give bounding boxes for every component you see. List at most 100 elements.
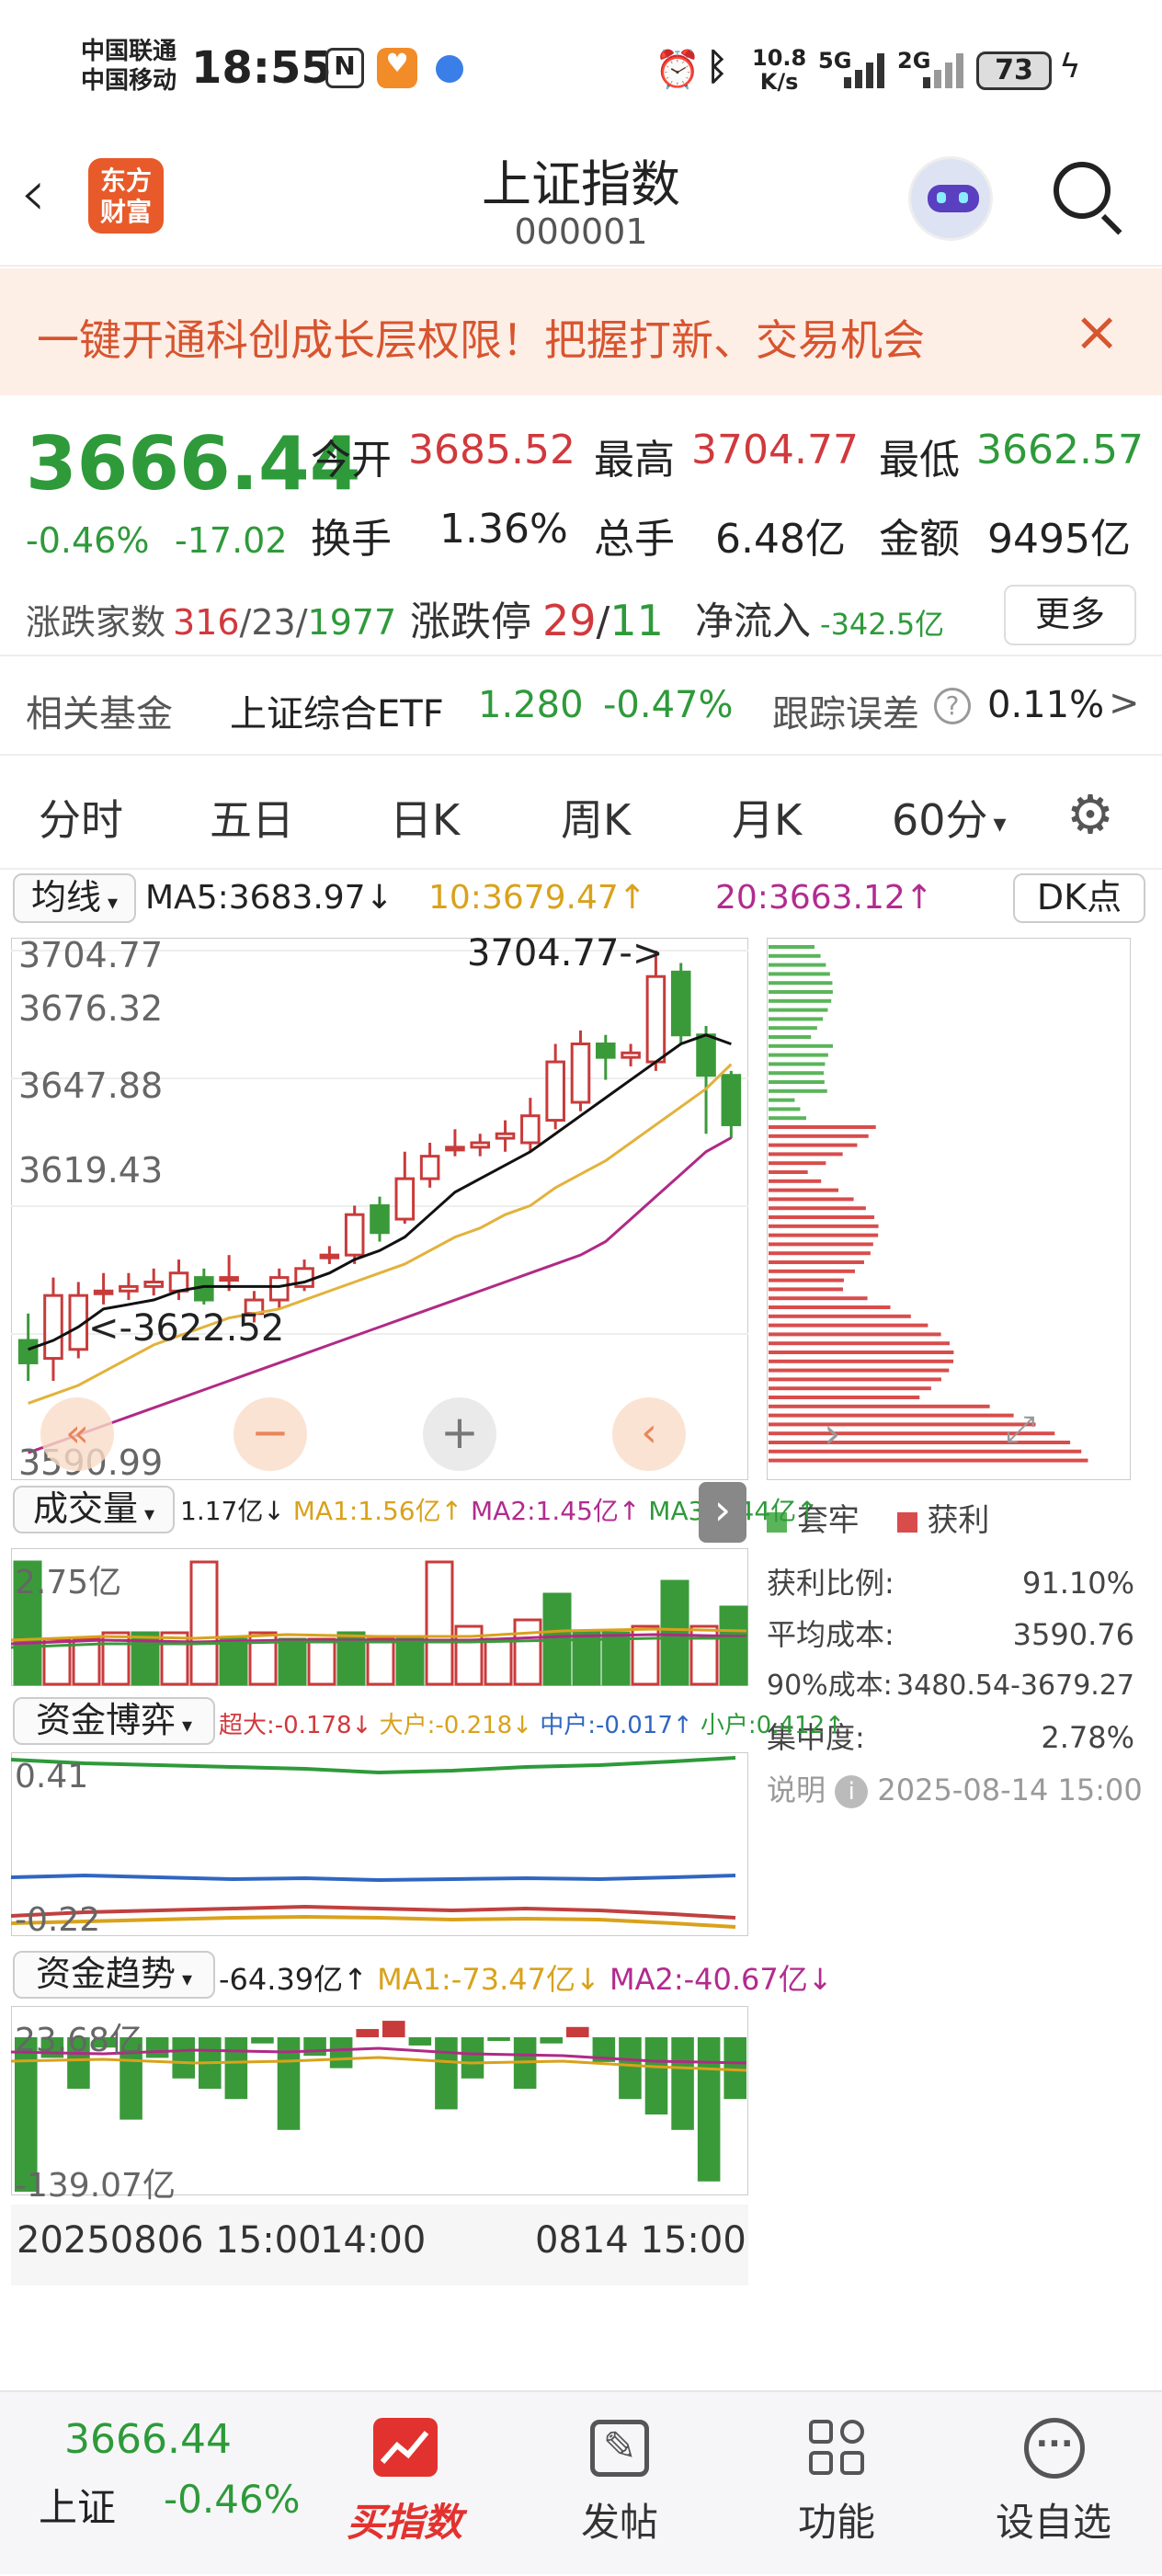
- tab-60min[interactable]: 60分 ▾: [892, 787, 1007, 848]
- chip-bar: [769, 1332, 941, 1337]
- candle-body: [268, 1276, 290, 1302]
- amount-label: 金额: [879, 516, 960, 563]
- candle-body: [419, 1155, 440, 1180]
- candle-body: [470, 1141, 491, 1149]
- chevron-down-icon: ▾: [175, 1968, 193, 1991]
- inflow-value: -342.5亿: [820, 607, 945, 642]
- chip-bar: [769, 1161, 826, 1166]
- ma-dropdown[interactable]: 均线 ▾: [13, 873, 136, 923]
- candle: [570, 1030, 591, 1111]
- chip-bar: [769, 1413, 1014, 1418]
- settings-gear-icon[interactable]: ⚙: [1066, 787, 1114, 842]
- change-amount: -17.02: [175, 520, 288, 561]
- funds-game-dropdown[interactable]: 资金博弈 ▾: [13, 1697, 215, 1745]
- related-fund-row[interactable]: 相关基金 上证综合ETF 1.280 -0.47% 跟踪误差 ? 0.11% >: [0, 655, 1162, 756]
- tab-monthly[interactable]: 月K: [732, 787, 802, 848]
- chip-bar: [769, 1458, 1088, 1463]
- volume-bar: [219, 1637, 248, 1686]
- chip-bar: [769, 1233, 879, 1237]
- nav-post-label: 发帖: [580, 2500, 658, 2545]
- funds-trend-dropdown[interactable]: 资金趋势 ▾: [13, 1951, 215, 1999]
- y-axis-label: 3619.43: [18, 1150, 163, 1191]
- volume-value: 6.48亿: [715, 516, 846, 563]
- chip-bar: [769, 1098, 795, 1102]
- y-axis-label: 3704.77: [18, 938, 163, 975]
- tab-five-day[interactable]: 五日: [210, 787, 294, 848]
- back-icon[interactable]: ‹: [20, 156, 75, 230]
- funds-super: 超大:-0.178↓: [219, 1712, 372, 1739]
- turnover-value: 1.36%: [439, 506, 568, 553]
- promo-banner[interactable]: 一键开通科创成长层权限！把握打新、交易机会 ×: [0, 268, 1162, 395]
- chip-bar: [769, 1116, 807, 1121]
- adv-decline: 涨跌家数 316/23/1977: [26, 594, 396, 644]
- volume-dropdown[interactable]: 成交量 ▾: [13, 1486, 175, 1533]
- adv-sep: /: [239, 602, 252, 643]
- volume-bar: [189, 1560, 219, 1686]
- more-button[interactable]: 更多: [1004, 585, 1136, 645]
- app-logo[interactable]: 东方 财富: [88, 158, 164, 234]
- zoom-in-icon[interactable]: +: [423, 1397, 496, 1471]
- step-left-icon[interactable]: ‹: [612, 1397, 686, 1471]
- low-annotation: <-3622.52: [88, 1307, 285, 1350]
- fund-name[interactable]: 上证综合ETF: [230, 684, 444, 737]
- candle-body: [168, 1271, 189, 1293]
- chip-bar: [769, 1314, 911, 1318]
- nav-buy-index[interactable]: 买指数: [322, 2392, 487, 2576]
- scroll-left-icon[interactable]: «: [40, 1397, 114, 1471]
- nav-features[interactable]: 功能: [754, 2392, 919, 2576]
- help-icon[interactable]: ?: [934, 688, 971, 724]
- dk-point-button[interactable]: DK点: [1013, 873, 1145, 923]
- adv-sep: /: [295, 602, 308, 643]
- tab-weekly[interactable]: 周K: [561, 787, 631, 848]
- open-label: 今开: [311, 437, 392, 484]
- quote-panel: 3666.44 -0.46% -17.02 今开 3685.52 最高 3704…: [0, 405, 1162, 653]
- chart-up-icon: [373, 2418, 438, 2477]
- candle-body: [344, 1213, 365, 1257]
- assistant-avatar[interactable]: [908, 156, 993, 241]
- tab-daily[interactable]: 日K: [390, 787, 460, 848]
- ma-dropdown-label: 均线: [30, 877, 101, 918]
- chevron-right-icon[interactable]: >: [1109, 682, 1140, 724]
- bluetooth-icon: ᛒ: [706, 46, 728, 88]
- funds-game-info: 超大:-0.178↓ 大户:-0.218↓ 中户:-0.017↑ 小户:0.41…: [219, 1706, 845, 1740]
- funds-big: 大户:-0.218↓: [379, 1712, 533, 1739]
- x-label-right: 0814 15:00: [535, 2219, 746, 2262]
- chip-bar: [769, 981, 833, 986]
- funds-trend-bar: [671, 2037, 694, 2130]
- chip-bar: [769, 1260, 864, 1264]
- expand-panel-icon[interactable]: ›: [699, 1482, 746, 1543]
- adv-down: 1977: [307, 602, 397, 643]
- funds-game-chart: [11, 1752, 748, 1936]
- funds-trend-y-bottom: -139.07亿: [15, 2167, 176, 2205]
- chip-bar: [769, 998, 832, 1003]
- chip-bar: [769, 963, 826, 967]
- expand-icon[interactable]: ⤢: [1006, 1408, 1035, 1451]
- volume-bar: [278, 1637, 307, 1686]
- chip-bar: [769, 990, 833, 994]
- candle-body: [596, 1042, 616, 1059]
- funds-trend-bar: [224, 2037, 248, 2100]
- zoom-out-icon[interactable]: −: [234, 1397, 307, 1471]
- close-icon[interactable]: ×: [1074, 300, 1120, 364]
- fund-price: 1.280: [478, 684, 584, 726]
- chip-note[interactable]: 说明 i 2025-08-14 15:00: [767, 1767, 1143, 1809]
- avg-cost: 3590.76: [1012, 1617, 1134, 1652]
- candle-body: [645, 975, 666, 1064]
- chip-bar: [769, 1188, 839, 1192]
- index-ticker[interactable]: 3666.44 上证 -0.46%: [0, 2392, 331, 2576]
- chip-bar: [769, 1386, 931, 1391]
- volume-bar: [484, 1637, 513, 1686]
- funds-trend-bar: [382, 2021, 405, 2037]
- candle-body: [17, 1339, 39, 1364]
- nav-watchlist[interactable]: ··· 设自选: [971, 2392, 1136, 2576]
- nav-buy-index-label: 买指数: [346, 2500, 462, 2545]
- candle-body: [143, 1280, 164, 1288]
- tab-intraday[interactable]: 分时: [39, 787, 123, 848]
- chip-next-icon[interactable]: ›: [824, 1408, 840, 1458]
- chip-bar: [769, 1125, 876, 1129]
- chip-bar: [769, 1134, 869, 1138]
- search-icon[interactable]: [1052, 160, 1125, 235]
- candle-body: [696, 1033, 716, 1077]
- y-axis-label: 3676.32: [18, 988, 163, 1029]
- nav-post[interactable]: ✎ 发帖: [537, 2392, 702, 2576]
